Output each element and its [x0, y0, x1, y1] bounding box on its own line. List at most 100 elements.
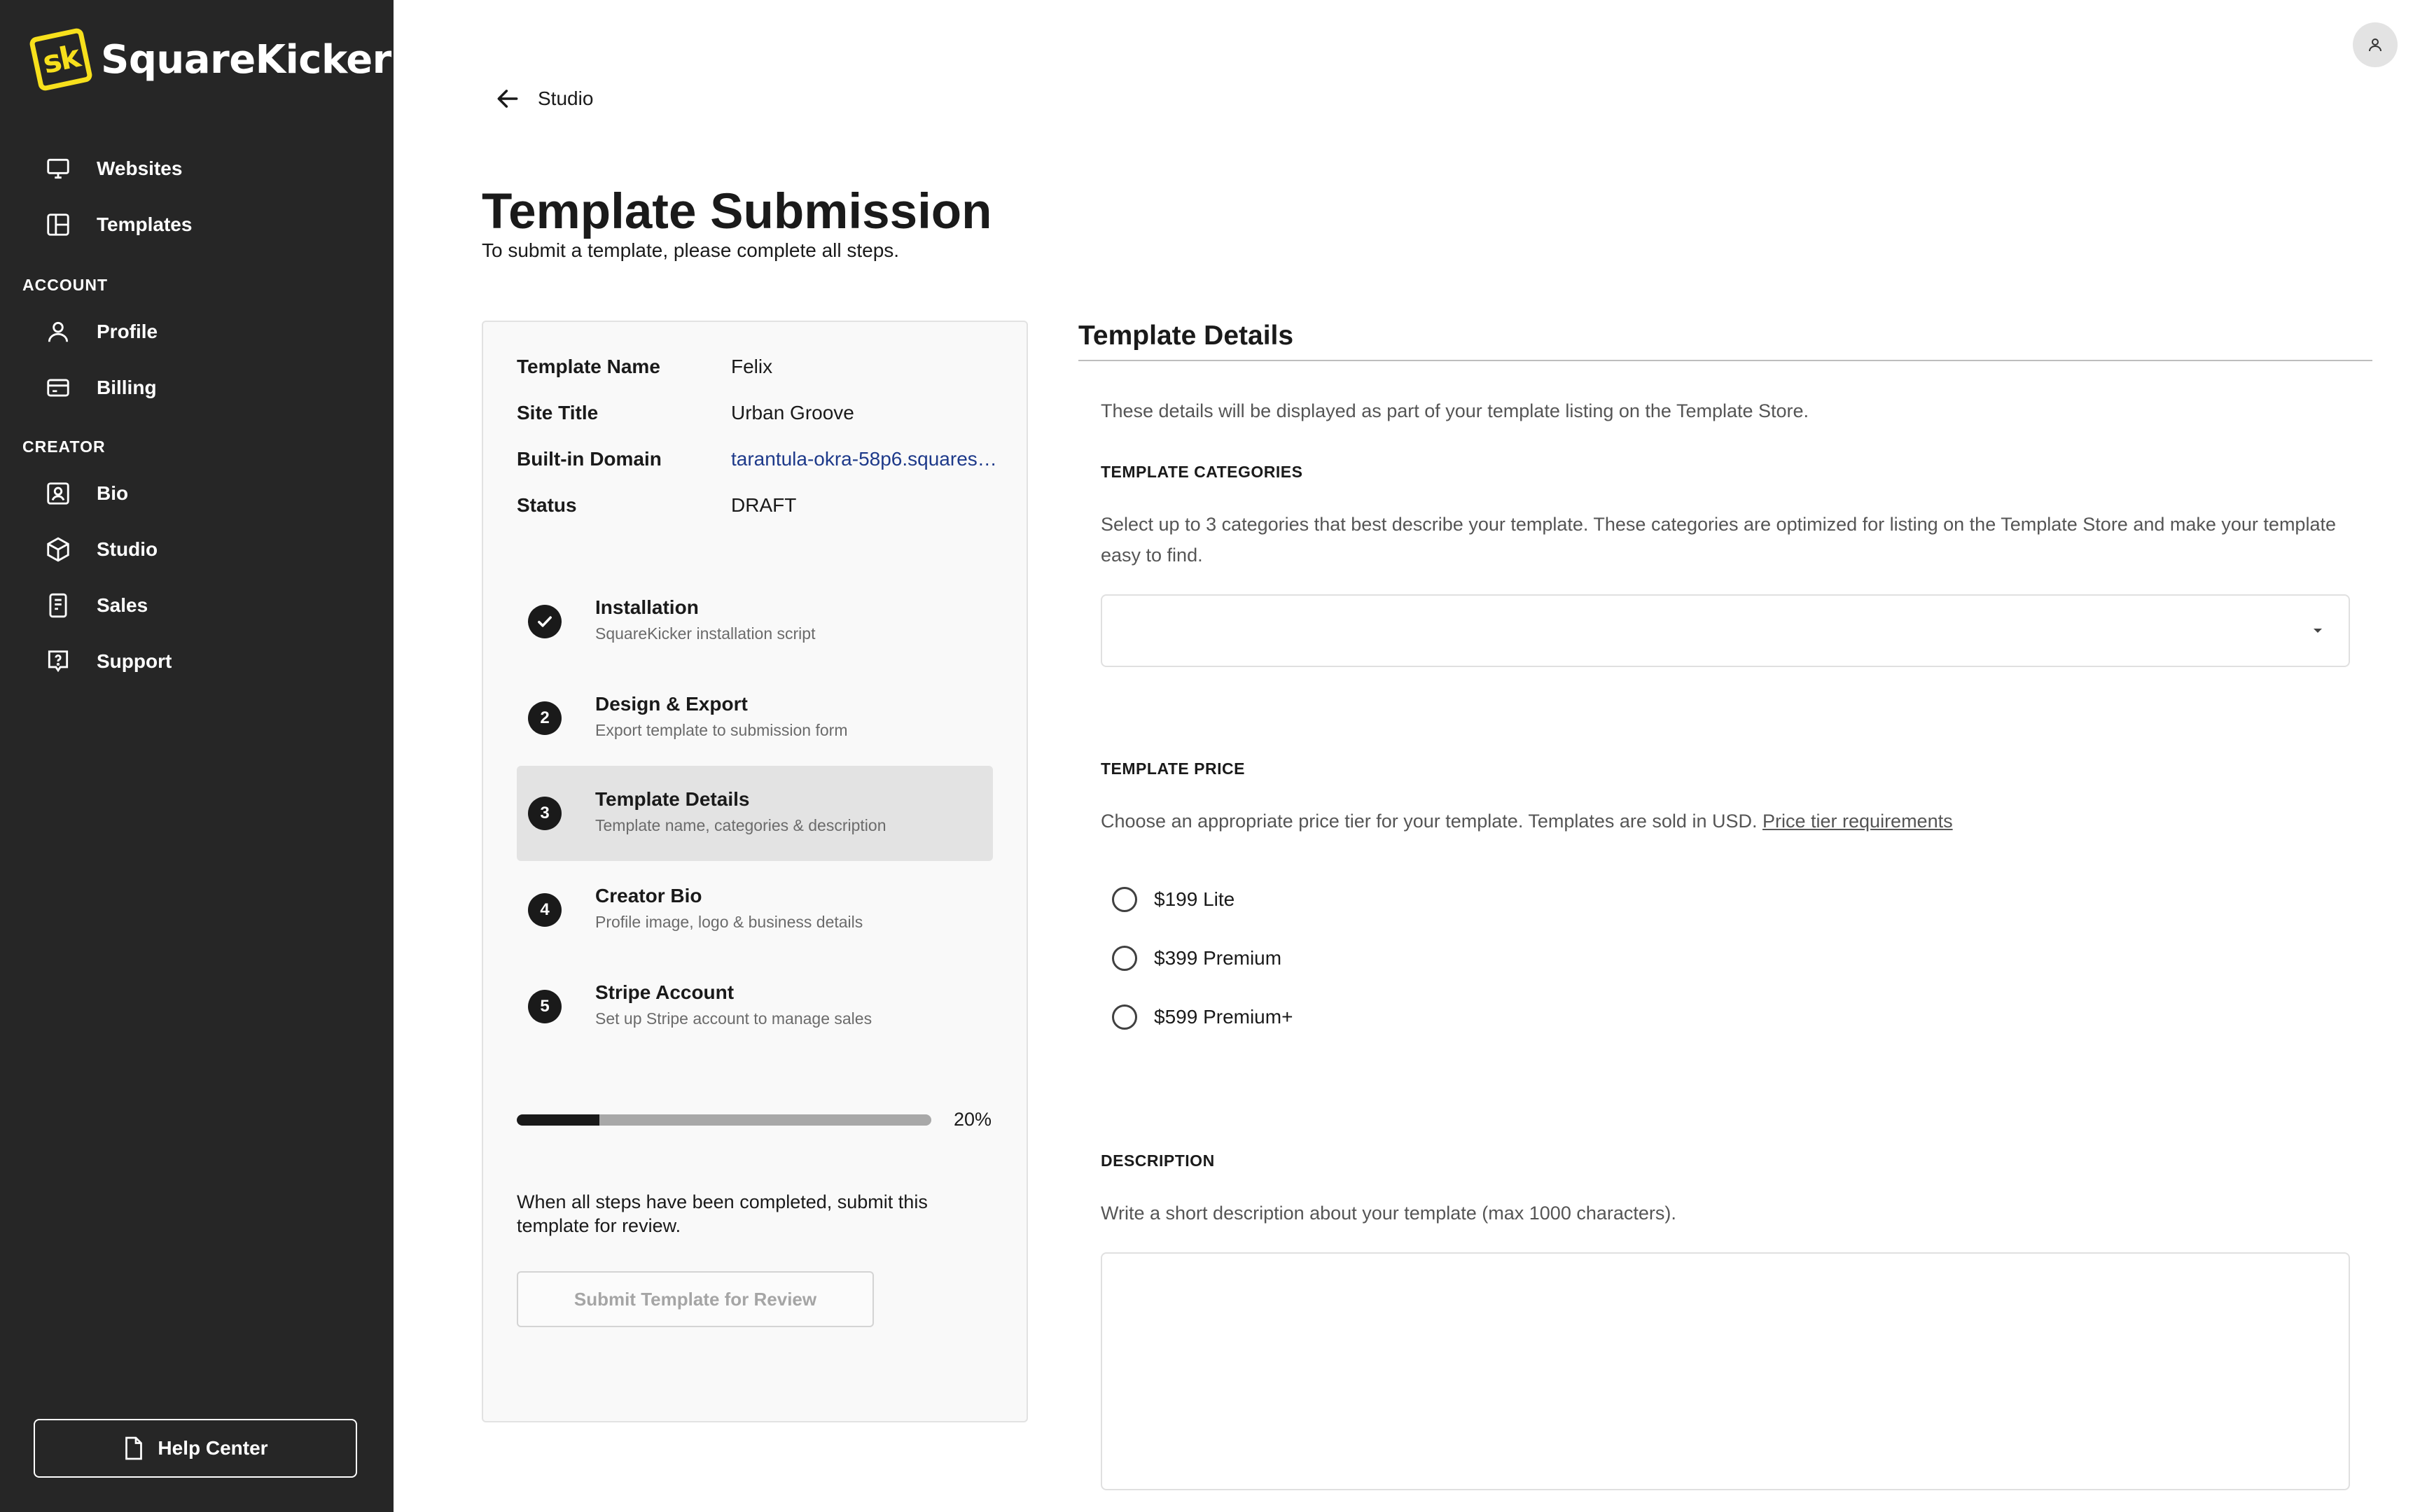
sidebar-item-label: Bio	[97, 482, 129, 504]
step-description: Export template to submission form	[595, 721, 848, 739]
step-title: Template Details	[595, 788, 750, 810]
user-avatar-button[interactable]	[2353, 22, 2398, 67]
step-description: Template name, categories & description	[595, 816, 886, 834]
summary-row-status: Status DRAFT	[517, 494, 1000, 517]
summary-value: Felix	[731, 356, 773, 377]
credit-card-icon	[47, 379, 69, 397]
step-description: SquareKicker installation script	[595, 624, 816, 643]
submission-summary-card: Template Name Felix Site Title Urban Gro…	[482, 321, 1028, 1422]
receipt-icon	[49, 593, 67, 618]
description-label: DESCRIPTION	[1101, 1152, 1215, 1170]
step-description: Set up Stripe account to manage sales	[595, 1009, 872, 1028]
price-tier-requirements-link[interactable]: Price tier requirements	[1762, 811, 1953, 832]
categories-select[interactable]	[1101, 594, 2350, 667]
section-divider	[1078, 360, 2372, 361]
summary-label: Built-in Domain	[517, 448, 662, 470]
price-option-label: $199 Lite	[1154, 888, 1235, 910]
id-badge-icon	[47, 482, 69, 505]
step-design-export[interactable]: 2 Design & Export Export template to sub…	[517, 671, 993, 766]
sidebar-item-label: Support	[97, 650, 172, 672]
status-value: DRAFT	[731, 494, 797, 516]
back-to-studio-link[interactable]: Studio	[494, 85, 593, 112]
step-description: Profile image, logo & business details	[595, 913, 863, 931]
price-option-label: $399 Premium	[1154, 947, 1282, 969]
help-center-label: Help Center	[158, 1437, 268, 1459]
user-icon	[2369, 38, 2381, 52]
help-bubble-icon	[48, 650, 69, 673]
layout-icon	[47, 214, 69, 236]
radio-button[interactable]	[1112, 887, 1137, 912]
progress-percentage: 20%	[954, 1109, 992, 1130]
price-label: TEMPLATE PRICE	[1101, 760, 1245, 778]
summary-label: Template Name	[517, 356, 660, 377]
brand-logo[interactable]: sk SquareKicker	[28, 27, 391, 92]
sidebar-item-websites[interactable]: Websites	[45, 149, 182, 188]
sidebar-item-studio[interactable]: Studio	[45, 530, 158, 569]
progress-bar	[517, 1114, 931, 1126]
step-creator-bio[interactable]: 4 Creator Bio Profile image, logo & busi…	[517, 862, 993, 958]
summary-row-built-in-domain: Built-in Domain tarantula-okra-58p6.squa…	[517, 448, 1000, 470]
sidebar-item-label: Billing	[97, 377, 157, 398]
section-title: Template Details	[1078, 321, 1294, 351]
cube-icon	[47, 537, 69, 562]
sidebar-section-account: ACCOUNT	[22, 276, 108, 294]
radio-button[interactable]	[1112, 946, 1137, 971]
price-help-text: Choose an appropriate price tier for you…	[1101, 811, 1758, 832]
sidebar-item-label: Studio	[97, 538, 158, 560]
back-link-label: Studio	[538, 88, 594, 109]
categories-label: TEMPLATE CATEGORIES	[1101, 463, 1303, 481]
summary-label: Status	[517, 494, 577, 516]
price-option-premium-plus[interactable]: $599 Premium+	[1112, 1004, 1293, 1030]
sidebar-item-label: Websites	[97, 158, 183, 179]
step-title: Design & Export	[595, 693, 748, 715]
submit-template-button[interactable]: Submit Template for Review	[517, 1271, 874, 1327]
submission-note: When all steps have been completed, subm…	[517, 1191, 928, 1236]
sidebar-item-label: Templates	[97, 214, 193, 235]
checkmark-icon	[538, 616, 552, 627]
sidebar-item-billing[interactable]: Billing	[45, 368, 157, 407]
summary-row-site-title: Site Title Urban Groove	[517, 402, 1000, 424]
price-help: Choose an appropriate price tier for you…	[1101, 806, 1953, 836]
step-number-badge: 3	[528, 797, 562, 830]
page-title: Template Submission	[482, 184, 992, 239]
sidebar-item-label: Profile	[97, 321, 158, 342]
arrow-left-icon	[497, 90, 518, 108]
price-option-lite[interactable]: $199 Lite	[1112, 887, 1235, 912]
step-number-badge: 2	[528, 701, 562, 735]
summary-row-template-name: Template Name Felix	[517, 356, 1000, 378]
step-stripe-account[interactable]: 5 Stripe Account Set up Stripe account t…	[517, 959, 993, 1054]
help-center-button[interactable]: Help Center	[34, 1419, 357, 1478]
sidebar-item-bio[interactable]: Bio	[45, 474, 128, 513]
step-title: Stripe Account	[595, 981, 735, 1003]
caret-down-icon	[2314, 629, 2322, 633]
categories-help: Select up to 3 categories that best desc…	[1101, 514, 2336, 566]
sidebar-item-templates[interactable]: Templates	[45, 205, 192, 244]
page-subtitle: To submit a template, please complete al…	[482, 239, 900, 261]
radio-button[interactable]	[1112, 1004, 1137, 1030]
sidebar-item-profile[interactable]: Profile	[45, 312, 158, 351]
step-title: Creator Bio	[595, 885, 702, 906]
step-installation[interactable]: Installation SquareKicker installation s…	[517, 574, 993, 669]
sidebar-item-support[interactable]: Support	[45, 642, 172, 681]
built-in-domain-link[interactable]: tarantula-okra-58p6.squarespace.com	[731, 448, 1000, 470]
document-icon	[125, 1436, 143, 1460]
summary-label: Site Title	[517, 402, 599, 424]
price-option-premium[interactable]: $399 Premium	[1112, 946, 1281, 971]
logo-mark-icon: sk	[28, 27, 94, 92]
summary-value: Urban Groove	[731, 402, 854, 424]
progress-bar-fill	[517, 1114, 600, 1126]
price-option-label: $599 Premium+	[1154, 1006, 1293, 1028]
details-intro: These details will be displayed as part …	[1101, 400, 1809, 421]
sidebar-item-label: Sales	[97, 594, 148, 616]
sidebar: sk SquareKicker Websites Templates ACCOU…	[0, 0, 394, 1512]
step-title: Installation	[595, 596, 699, 618]
sidebar-item-sales[interactable]: Sales	[45, 586, 148, 625]
step-number-badge: 5	[528, 990, 562, 1023]
description-textarea[interactable]	[1101, 1252, 2350, 1490]
brand-name: SquareKicker	[101, 36, 391, 83]
monitor-icon	[47, 158, 69, 179]
description-help: Write a short description about your tem…	[1101, 1203, 1676, 1224]
step-template-details[interactable]: 3 Template Details Template name, catego…	[517, 766, 993, 861]
step-complete-badge	[528, 605, 562, 638]
step-number-badge: 4	[528, 893, 562, 927]
